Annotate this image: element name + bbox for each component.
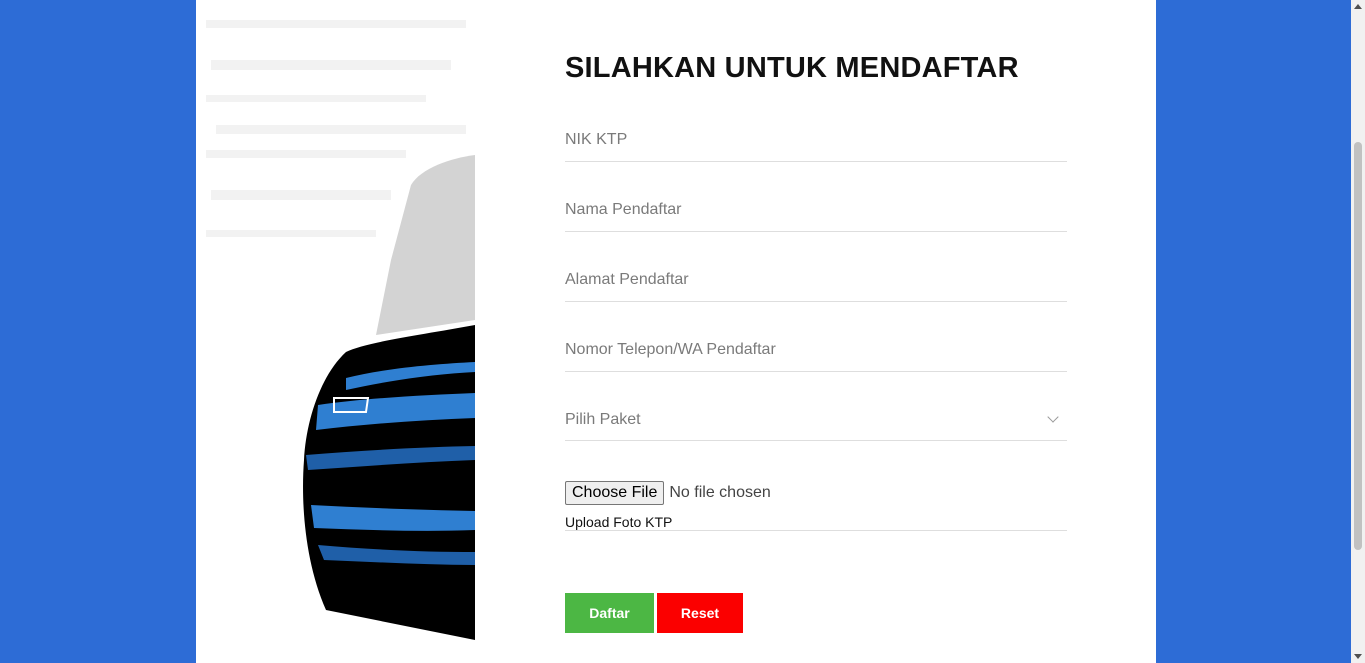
daftar-button[interactable]: Daftar	[565, 593, 654, 633]
scrollbar-thumb[interactable]	[1354, 142, 1362, 550]
nama-input[interactable]	[565, 191, 1067, 229]
page-title: SILAHKAN UNTUK MENDAFTAR	[565, 52, 1019, 84]
telepon-field	[565, 331, 1067, 372]
ktp-upload-field: Choose File No file chosen Upload Foto K…	[565, 480, 1067, 531]
car-hero-image	[206, 0, 475, 640]
scroll-down-icon[interactable]	[1354, 654, 1362, 659]
nama-field	[565, 191, 1067, 232]
alamat-field	[565, 261, 1067, 302]
paket-field: Pilih Paket	[565, 400, 1067, 441]
file-status: No file chosen	[669, 483, 771, 501]
alamat-input[interactable]	[565, 261, 1067, 299]
page-scrollbar[interactable]	[1351, 0, 1365, 663]
nik-field	[565, 121, 1067, 162]
reset-button[interactable]: Reset	[657, 593, 743, 633]
choose-file-button[interactable]: Choose File	[565, 480, 665, 505]
nik-input[interactable]	[565, 121, 1067, 159]
paket-select[interactable]: Pilih Paket	[565, 400, 1067, 438]
registration-card: SILAHKAN UNTUK MENDAFTAR Pilih Paket Cho…	[196, 0, 1156, 663]
upload-label: Upload Foto KTP	[565, 514, 673, 530]
car-illustration	[206, 0, 475, 640]
telepon-input[interactable]	[565, 331, 1067, 369]
scroll-up-icon[interactable]	[1354, 4, 1362, 9]
file-picker: Choose File No file chosen	[565, 480, 1067, 505]
